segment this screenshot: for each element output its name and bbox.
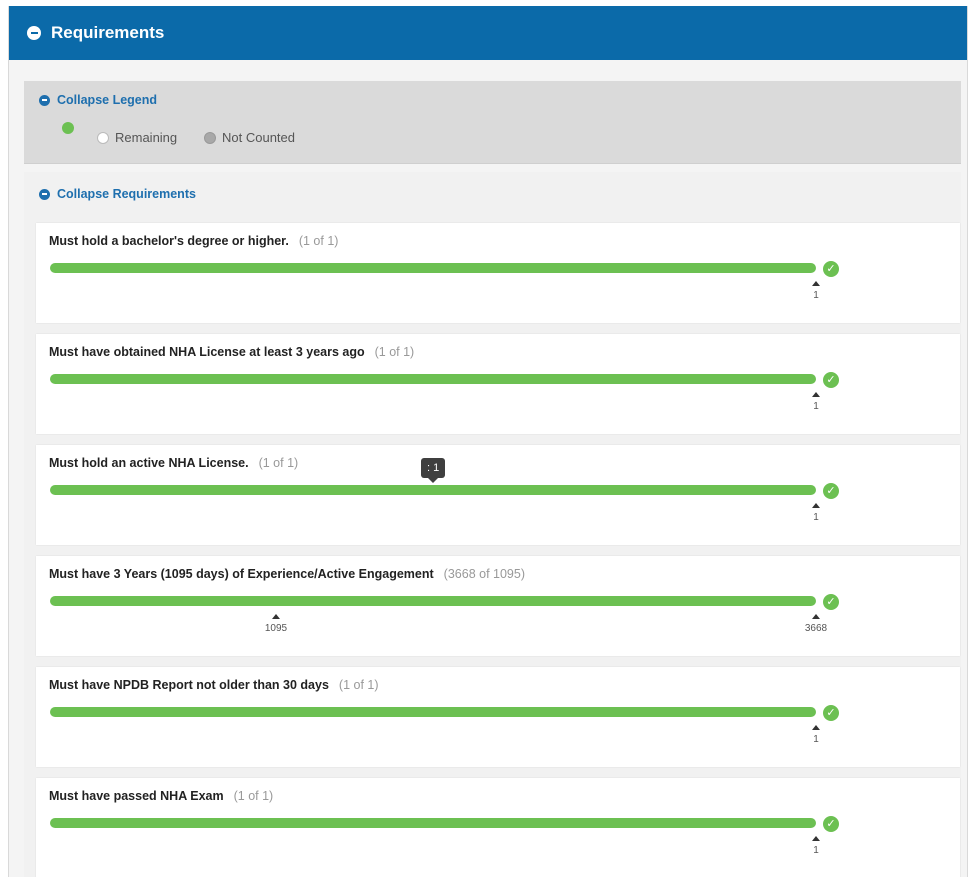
panel-title: Requirements xyxy=(51,23,165,42)
tick-arrow-icon xyxy=(272,614,280,619)
requirement-count: (1 of 1) xyxy=(233,789,274,803)
progress-tick: 1 xyxy=(796,503,836,523)
requirement-title: Must hold a bachelor's degree or higher.… xyxy=(49,234,338,248)
requirement-count: (3668 of 1095) xyxy=(443,567,525,581)
requirements-panel: Requirements Collapse Legend Remaining N… xyxy=(8,6,968,877)
tick-label: 1 xyxy=(813,734,819,745)
check-circle-icon: ✓ xyxy=(823,705,839,721)
requirements-section: Collapse Requirements Must hold a bachel… xyxy=(24,172,961,877)
collapse-panel-icon[interactable] xyxy=(27,26,41,40)
legend-item-not-counted: Not Counted xyxy=(204,130,295,145)
requirement-text: Must have passed NHA Exam xyxy=(49,789,224,803)
check-circle-icon: ✓ xyxy=(823,483,839,499)
minus-circle-icon xyxy=(39,94,50,106)
collapse-requirements-link[interactable]: Collapse Requirements xyxy=(39,187,196,201)
requirement-text: Must have obtained NHA License at least … xyxy=(49,345,365,359)
requirement-title: Must have NPDB Report not older than 30 … xyxy=(49,678,379,692)
progress-bar[interactable] xyxy=(50,263,816,273)
requirement-title: Must have 3 Years (1095 days) of Experie… xyxy=(49,567,525,581)
requirement-text: Must hold a bachelor's degree or higher. xyxy=(49,234,289,248)
progress-tick: 1 xyxy=(796,725,836,745)
requirement-count: (1 of 1) xyxy=(374,345,415,359)
requirement-card: Must have NPDB Report not older than 30 … xyxy=(36,667,960,767)
requirement-title: Must hold an active NHA License. (1 of 1) xyxy=(49,456,298,470)
tick-label: 1 xyxy=(813,845,819,856)
minus-circle-icon xyxy=(39,188,50,200)
requirement-count: (1 of 1) xyxy=(338,678,379,692)
tick-arrow-icon xyxy=(812,392,820,397)
panel-header[interactable]: Requirements xyxy=(9,6,967,60)
requirement-card: Must have obtained NHA License at least … xyxy=(36,334,960,434)
tick-label: 1 xyxy=(813,401,819,412)
collapse-requirements-label: Collapse Requirements xyxy=(57,187,196,201)
requirement-text: Must have 3 Years (1095 days) of Experie… xyxy=(49,567,434,581)
check-circle-icon: ✓ xyxy=(823,816,839,832)
check-circle-icon: ✓ xyxy=(823,372,839,388)
progress-tick: 1095 xyxy=(256,614,296,634)
legend-item-label: Remaining xyxy=(115,130,178,145)
check-circle-icon: ✓ xyxy=(823,261,839,277)
tick-label: 1 xyxy=(813,290,819,301)
collapse-legend-label: Collapse Legend xyxy=(57,93,158,107)
progress-bar[interactable] xyxy=(50,374,816,384)
tick-arrow-icon xyxy=(812,836,820,841)
tick-arrow-icon xyxy=(812,614,820,619)
requirement-card: Must hold an active NHA License. (1 of 1)… xyxy=(36,445,960,545)
legend-complete-swatch xyxy=(62,122,74,134)
requirement-card: Must have 3 Years (1095 days) of Experie… xyxy=(36,556,960,656)
tick-label: 1 xyxy=(813,512,819,523)
collapse-legend-link[interactable]: Collapse Legend xyxy=(39,93,157,107)
progress-tick: 1 xyxy=(796,392,836,412)
progress-bar[interactable] xyxy=(50,818,816,828)
remaining-swatch xyxy=(97,131,109,144)
progress-bar[interactable] xyxy=(50,485,816,495)
requirement-card: Must hold a bachelor's degree or higher.… xyxy=(36,223,960,323)
requirement-card: Must have passed NHA Exam (1 of 1) ✓ 1 xyxy=(36,778,960,877)
requirement-count: (1 of 1) xyxy=(298,234,339,248)
not-counted-swatch xyxy=(204,131,216,144)
requirement-count: (1 of 1) xyxy=(258,456,299,470)
requirement-text: Must hold an active NHA License. xyxy=(49,456,249,470)
tick-arrow-icon xyxy=(812,503,820,508)
progress-bar[interactable] xyxy=(50,707,816,717)
tick-arrow-icon xyxy=(812,725,820,730)
tick-label: 3668 xyxy=(804,623,828,634)
legend-item-label: Not Counted xyxy=(222,130,295,145)
legend-section: Collapse Legend Remaining Not Counted xyxy=(24,81,961,164)
progress-tick: 3668 xyxy=(796,614,836,634)
requirement-title: Must have passed NHA Exam (1 of 1) xyxy=(49,789,273,803)
progress-tooltip: : 1 xyxy=(421,458,446,483)
requirement-text: Must have NPDB Report not older than 30 … xyxy=(49,678,329,692)
progress-tick: 1 xyxy=(796,281,836,301)
requirement-title: Must have obtained NHA License at least … xyxy=(49,345,414,359)
progress-tick: 1 xyxy=(796,836,836,856)
tick-arrow-icon xyxy=(812,281,820,286)
legend-item-remaining: Remaining xyxy=(97,130,177,145)
tick-label: 1095 xyxy=(264,623,288,634)
check-circle-icon: ✓ xyxy=(823,594,839,610)
progress-bar[interactable] xyxy=(50,596,816,606)
